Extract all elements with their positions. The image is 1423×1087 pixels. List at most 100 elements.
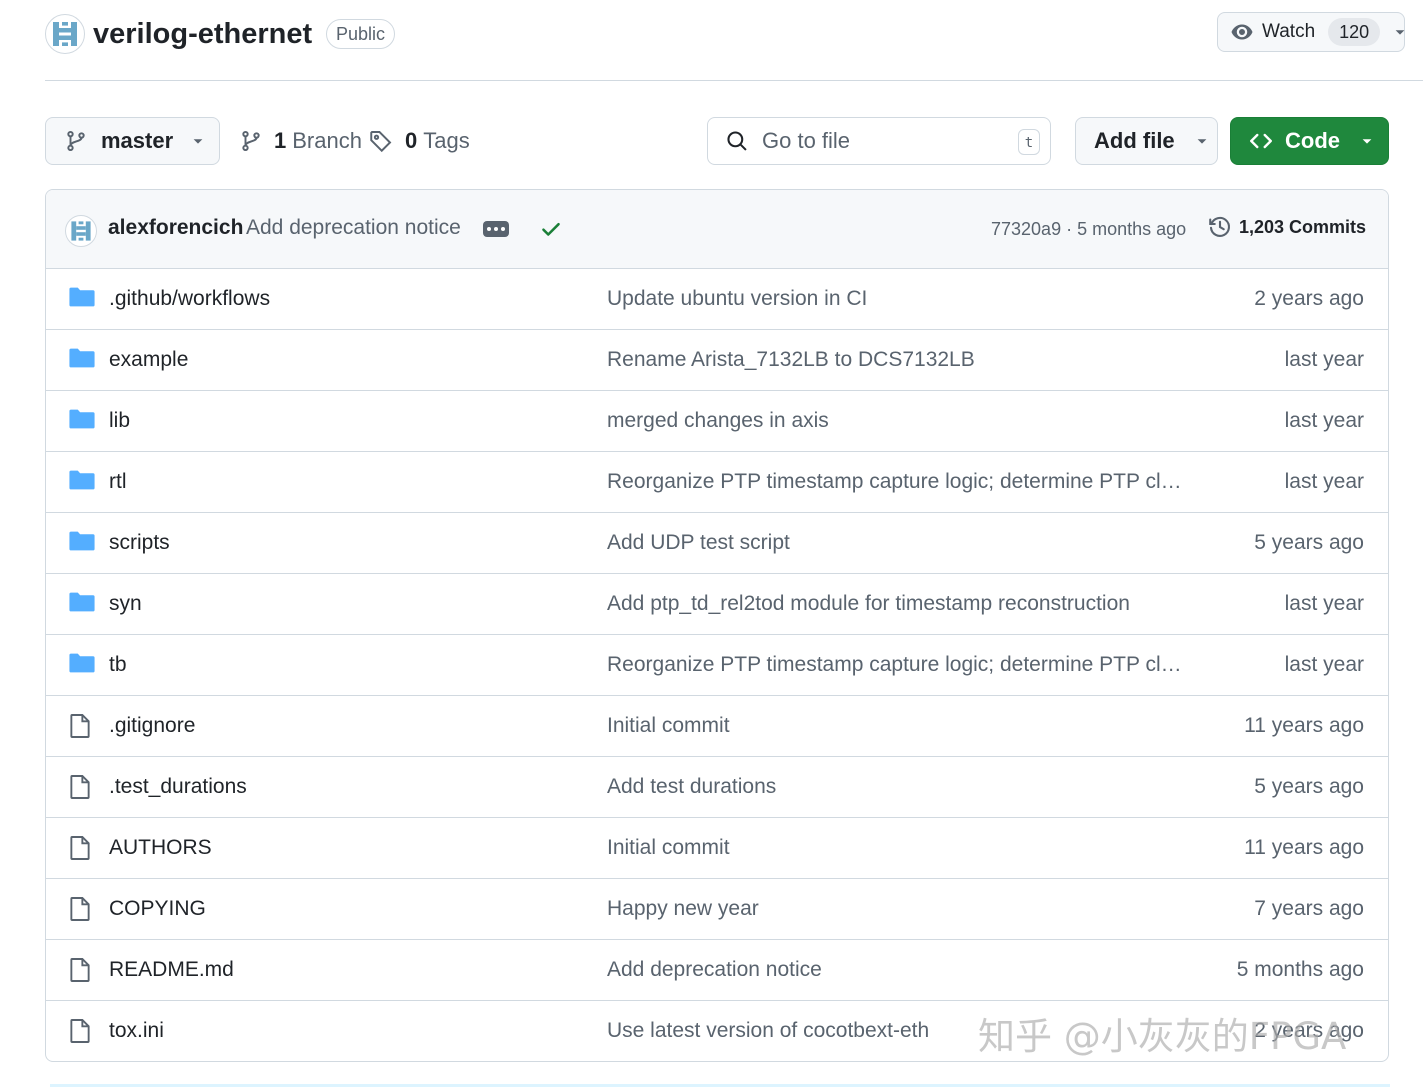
go-to-file-search[interactable]: t [707, 117, 1051, 165]
file-name-link[interactable]: COPYING [109, 897, 206, 921]
eye-icon [1230, 20, 1254, 44]
file-row[interactable]: rtl Reorganize PTP timestamp capture logi… [46, 452, 1388, 513]
file-toolbar: master 1 Branch 0 Tags t [45, 117, 1390, 165]
file-name-link[interactable]: rtl [109, 470, 127, 494]
history-icon [1208, 215, 1232, 239]
file-commit-message-link[interactable]: Reorganize PTP timestamp capture logic; … [607, 470, 1187, 494]
file-row[interactable]: lib merged changes in axis last year [46, 391, 1388, 452]
file-commit-time: 2 years ago [1254, 287, 1364, 310]
branch-selector[interactable]: master [45, 117, 220, 165]
tag-icon [369, 129, 393, 153]
file-row[interactable]: scripts Add UDP test script 5 years ago [46, 513, 1388, 574]
commit-author-link[interactable]: alexforencich [108, 216, 243, 240]
branch-name: master [101, 128, 174, 153]
file-commit-message-link[interactable]: merged changes in axis [607, 409, 829, 433]
check-icon[interactable] [540, 218, 562, 240]
file-name-link[interactable]: README.md [109, 958, 234, 982]
file-commit-message-link[interactable]: Add UDP test script [607, 531, 790, 555]
file-commit-time: last year [1284, 348, 1364, 371]
repo-name-link[interactable]: verilog-ethernet [93, 14, 312, 54]
branch-count: 1 [274, 128, 287, 153]
folder-icon [69, 591, 95, 613]
file-commit-time: last year [1284, 470, 1364, 493]
file-commit-message-link[interactable]: Add deprecation notice [607, 958, 822, 982]
tag-word: Tags [423, 128, 470, 153]
author-avatar[interactable] [65, 215, 97, 247]
file-name-link[interactable]: lib [109, 409, 130, 433]
file-commit-time: 11 years ago [1244, 714, 1364, 737]
file-icon [69, 896, 91, 922]
branch-word: Branch [292, 128, 362, 153]
code-button[interactable]: Code [1230, 117, 1389, 165]
file-name-link[interactable]: example [109, 348, 188, 372]
file-name-link[interactable]: tox.ini [109, 1019, 164, 1043]
file-name-link[interactable]: .gitignore [109, 714, 195, 738]
file-commit-message-link[interactable]: Happy new year [607, 897, 759, 921]
file-name-link[interactable]: syn [109, 592, 142, 616]
watch-label: Watch [1262, 21, 1316, 42]
chevron-down-icon[interactable] [1393, 25, 1407, 39]
file-row[interactable]: tb Reorganize PTP timestamp capture logic… [46, 635, 1388, 696]
file-icon [69, 1018, 91, 1044]
tag-count: 0 [405, 128, 418, 153]
file-commit-message-link[interactable]: Initial commit [607, 836, 730, 860]
file-commit-time: last year [1284, 653, 1364, 676]
file-row[interactable]: tox.ini Use latest version of cocotbext-e… [46, 1001, 1388, 1061]
repo-header: verilog-ethernet Public Watch 120 [45, 0, 1423, 81]
code-icon [1249, 129, 1273, 153]
file-row[interactable]: example Rename Arista_7132LB to DCS7132LB… [46, 330, 1388, 391]
folder-icon [69, 469, 95, 491]
commit-message-link[interactable]: Add deprecation notice [246, 216, 461, 240]
file-row[interactable]: COPYING Happy new year 7 years ago [46, 879, 1388, 940]
file-commit-time: 11 years ago [1244, 836, 1364, 859]
commit-hash-time[interactable]: 77320a9 · 5 months ago [991, 219, 1186, 240]
file-icon [69, 713, 91, 739]
file-name-link[interactable]: .test_durations [109, 775, 247, 799]
file-name-link[interactable]: scripts [109, 531, 170, 555]
file-commit-message-link[interactable]: Rename Arista_7132LB to DCS7132LB [607, 348, 975, 372]
file-row[interactable]: syn Add ptp_td_rel2tod module for timesta… [46, 574, 1388, 635]
repo-owner-avatar[interactable] [45, 14, 85, 54]
folder-icon [69, 652, 95, 674]
file-row[interactable]: README.md Add deprecation notice 5 months … [46, 940, 1388, 1001]
tags-link[interactable]: 0 Tags [369, 117, 470, 165]
file-commit-time: 5 years ago [1254, 775, 1364, 798]
add-file-label: Add file [1094, 128, 1175, 153]
file-commit-message-link[interactable]: Add test durations [607, 775, 776, 799]
file-name-link[interactable]: .github/workflows [109, 287, 270, 311]
identicon-icon [53, 22, 77, 46]
file-icon [69, 957, 91, 983]
file-commit-message-link[interactable]: Add ptp_td_rel2tod module for timestamp … [607, 592, 1130, 616]
file-commit-message-link[interactable]: Initial commit [607, 714, 730, 738]
file-commit-time: last year [1284, 592, 1364, 615]
file-name-link[interactable]: tb [109, 653, 127, 677]
watch-button[interactable]: Watch 120 [1217, 12, 1405, 52]
git-branch-icon [65, 130, 87, 152]
folder-icon [69, 286, 95, 308]
add-file-button[interactable]: Add file [1075, 117, 1218, 165]
file-row[interactable]: AUTHORS Initial commit 11 years ago [46, 818, 1388, 879]
file-commit-time: last year [1284, 409, 1364, 432]
file-row[interactable]: .test_durations Add test durations 5 years… [46, 757, 1388, 818]
code-label: Code [1285, 128, 1340, 153]
file-commit-message-link[interactable]: Use latest version of cocotbext-eth [607, 1019, 929, 1043]
file-name-link[interactable]: AUTHORS [109, 836, 212, 860]
branches-link[interactable]: 1 Branch [240, 117, 362, 165]
file-commit-message-link[interactable]: Reorganize PTP timestamp capture logic; … [607, 653, 1187, 677]
file-commit-message-link[interactable]: Update ubuntu version in CI [607, 287, 867, 311]
file-row[interactable]: .github/workflows Update ubuntu version i… [46, 269, 1388, 330]
search-input[interactable] [760, 127, 1004, 155]
chevron-down-icon [1195, 134, 1209, 148]
chevron-down-icon [1360, 134, 1374, 148]
file-commit-time: 5 months ago [1236, 958, 1364, 981]
file-list: .github/workflows Update ubuntu version i… [46, 269, 1388, 1061]
file-commit-time: 5 years ago [1254, 531, 1364, 554]
keyboard-shortcut-hint: t [1018, 129, 1040, 155]
search-icon [726, 130, 748, 152]
file-commit-time: 7 years ago [1254, 897, 1364, 920]
file-table: alexforencich Add deprecation notice 773… [45, 189, 1389, 1062]
folder-icon [69, 408, 95, 430]
commits-history-link[interactable]: 1,203 Commits [1208, 215, 1366, 239]
file-row[interactable]: .gitignore Initial commit 11 years ago [46, 696, 1388, 757]
expand-commit-button[interactable] [483, 221, 509, 237]
